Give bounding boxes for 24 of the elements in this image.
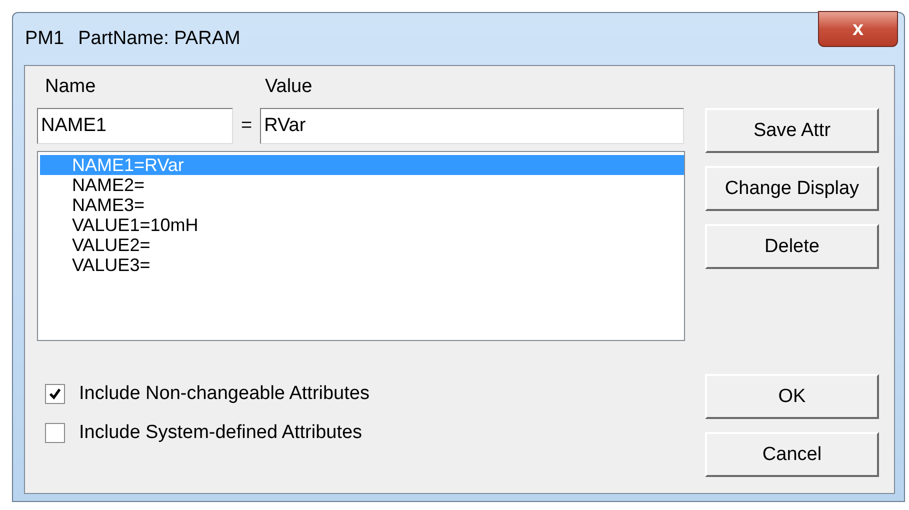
- window-title: PartName: PARAM: [78, 28, 240, 50]
- list-item[interactable]: NAME2=: [40, 175, 684, 195]
- save-attr-button[interactable]: Save Attr: [705, 108, 879, 153]
- ok-button[interactable]: OK: [705, 374, 879, 419]
- list-item[interactable]: VALUE3=: [40, 255, 684, 275]
- window-title: PM1: [25, 28, 64, 50]
- checkmark-icon: [48, 387, 62, 401]
- name-input[interactable]: NAME1: [37, 108, 233, 144]
- checkbox[interactable]: [45, 384, 65, 404]
- checkbox-label[interactable]: Include System-defined Attributes: [79, 422, 362, 444]
- change-display-button[interactable]: Change Display: [705, 166, 879, 211]
- value-label: Value: [265, 76, 312, 98]
- cancel-button[interactable]: Cancel: [705, 432, 879, 477]
- delete-button[interactable]: Delete: [705, 224, 879, 269]
- list-item[interactable]: NAME3=: [40, 195, 684, 215]
- value-input[interactable]: RVar: [260, 108, 684, 144]
- checkbox[interactable]: [45, 423, 65, 443]
- attribute-list[interactable]: NAME1=RVar NAME2= NAME3= VALUE1=10mH VALUE2= VALUE3=: [37, 151, 685, 341]
- name-label: Name: [45, 76, 97, 98]
- close-button[interactable]: x: [818, 11, 898, 47]
- checkbox-label[interactable]: Include Non-changeable Attributes: [79, 383, 370, 405]
- equals-sign: =: [241, 115, 252, 137]
- list-item[interactable]: VALUE1=10mH: [40, 215, 684, 235]
- list-item[interactable]: VALUE2=: [40, 235, 684, 255]
